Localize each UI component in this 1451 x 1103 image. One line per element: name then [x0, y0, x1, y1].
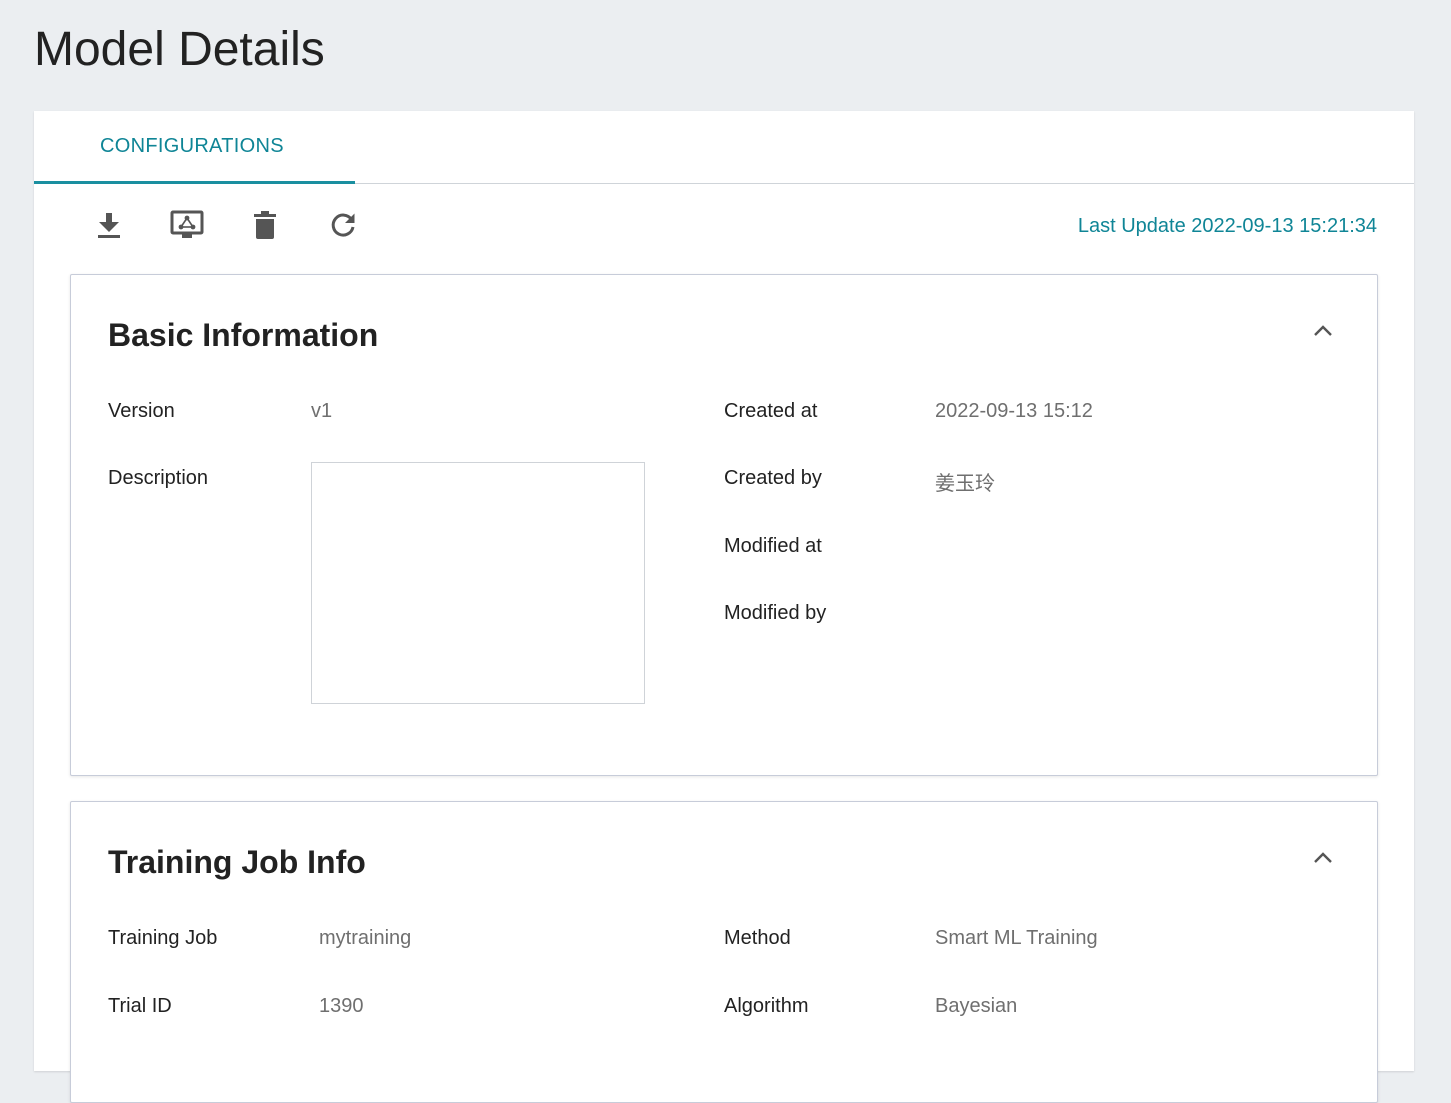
created-by-value: 姜玉玲	[935, 473, 995, 495]
delete-icon	[254, 211, 276, 239]
description-field[interactable]	[311, 462, 645, 704]
algorithm-value: Bayesian	[935, 995, 1018, 1017]
section-title-basic-information: Basic Information	[108, 317, 379, 353]
active-tab-indicator	[34, 181, 355, 184]
modified-at-label: Modified at	[724, 535, 822, 557]
training-job-value: mytraining	[319, 927, 412, 949]
training-job-label: Training Job	[108, 927, 218, 949]
last-update-text: Last Update 2022-09-13 15:21:34	[1077, 215, 1377, 237]
refresh-icon	[331, 213, 355, 237]
created-at-value: 2022-09-13 15:12	[935, 400, 1093, 422]
deploy-button[interactable]	[169, 207, 205, 243]
download-button[interactable]	[91, 207, 127, 243]
refresh-button[interactable]	[325, 207, 361, 243]
basic-information-section: Basic Information Version v1 Description…	[70, 274, 1378, 776]
method-label: Method	[724, 927, 791, 949]
section-title-training-job-info: Training Job Info	[108, 844, 366, 880]
version-value: v1	[311, 400, 333, 422]
modified-by-label: Modified by	[724, 602, 827, 624]
tab-configurations[interactable]: CONFIGURATIONS	[34, 111, 355, 184]
delete-button[interactable]	[247, 207, 283, 243]
trial-id-value: 1390	[319, 995, 364, 1017]
created-at-label: Created at	[724, 400, 818, 422]
description-label: Description	[108, 467, 209, 489]
version-label: Version	[108, 400, 175, 422]
deploy-icon	[170, 210, 204, 238]
method-value: Smart ML Training	[935, 927, 1098, 949]
created-by-label: Created by	[724, 467, 822, 489]
trial-id-label: Trial ID	[108, 995, 172, 1017]
tab-bar: CONFIGURATIONS	[34, 111, 1414, 184]
algorithm-label: Algorithm	[724, 995, 809, 1017]
tab-configurations-label: CONFIGURATIONS	[100, 135, 284, 157]
chevron-up-icon[interactable]	[1309, 317, 1337, 345]
training-job-info-section: Training Job Info Training Job mytrainin…	[70, 801, 1378, 1103]
download-icon	[98, 213, 120, 238]
chevron-up-icon[interactable]	[1309, 844, 1337, 872]
model-details-card: CONFIGURATIONS Last Update 2022-09-13 15…	[34, 111, 1414, 1103]
page-title: Model Details	[34, 23, 325, 76]
